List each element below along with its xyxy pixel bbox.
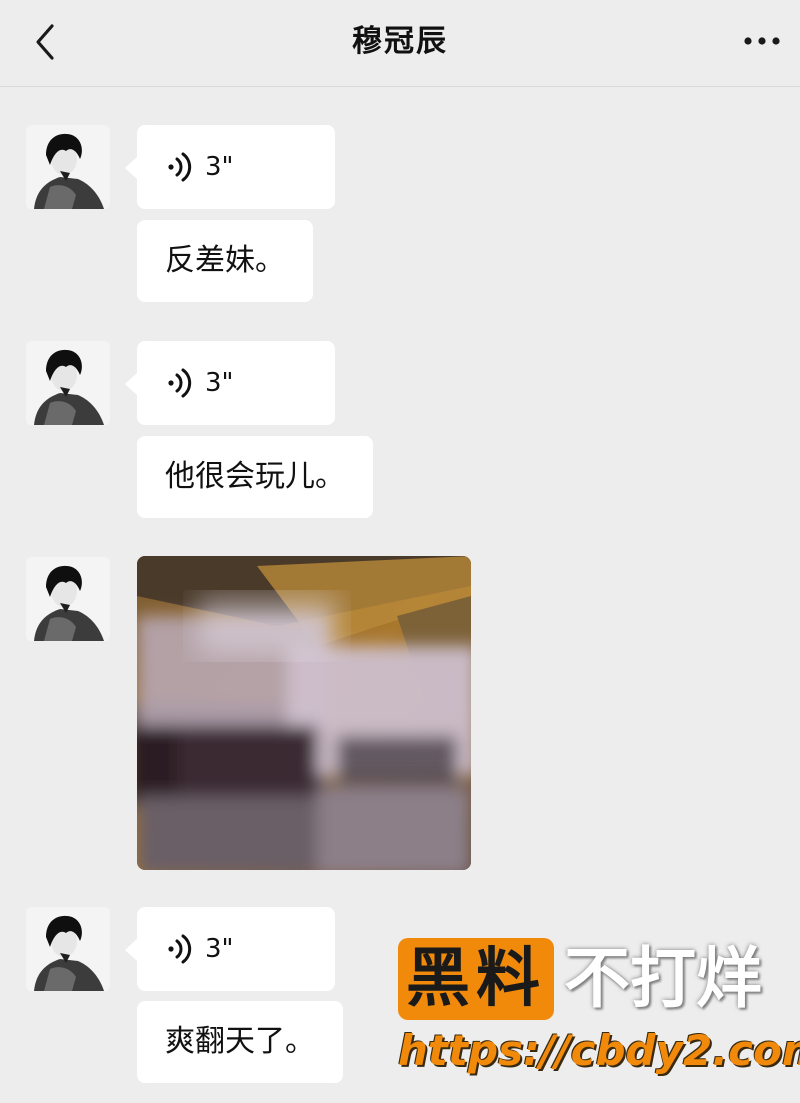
voice-wave-icon <box>168 934 192 964</box>
voice-message[interactable]: 3" <box>125 125 335 209</box>
voice-wave-icon <box>168 368 192 398</box>
voice-duration: 3" <box>205 152 234 182</box>
voice-message[interactable]: 3" <box>125 341 335 425</box>
avatar-image <box>26 125 110 209</box>
avatar-image <box>26 907 110 991</box>
text-message[interactable]: 他很会玩儿。 <box>137 436 373 518</box>
more-dots-icon <box>744 37 780 45</box>
voice-message[interactable]: 3" <box>125 907 335 991</box>
chat-header: 穆冠辰 <box>0 0 800 87</box>
watermark-badge: 黑料 <box>398 938 554 1020</box>
message-text: 爽翻天了。 <box>165 1024 315 1059</box>
watermark: 黑料 不打烊 https://cbdy2.com <box>398 938 800 1088</box>
voice-duration: 3" <box>205 368 234 398</box>
message-text: 他很会玩儿。 <box>165 459 345 494</box>
watermark-url: https://cbdy2.com <box>398 1026 800 1075</box>
text-message[interactable]: 反差妹。 <box>137 220 313 302</box>
blurred-photo <box>137 556 471 870</box>
contact-avatar[interactable] <box>26 341 110 425</box>
chat-title: 穆冠辰 <box>352 24 448 59</box>
avatar-image <box>26 341 110 425</box>
contact-avatar[interactable] <box>26 125 110 209</box>
message-text: 反差妹。 <box>165 243 285 278</box>
text-message[interactable]: 爽翻天了。 <box>137 1001 343 1083</box>
image-message[interactable] <box>137 556 471 870</box>
contact-avatar[interactable] <box>26 557 110 641</box>
avatar-image <box>26 557 110 641</box>
voice-duration: 3" <box>205 934 234 964</box>
contact-avatar[interactable] <box>26 907 110 991</box>
voice-wave-icon <box>168 152 192 182</box>
more-button[interactable] <box>740 26 784 56</box>
watermark-slogan: 不打烊 <box>564 940 762 1017</box>
